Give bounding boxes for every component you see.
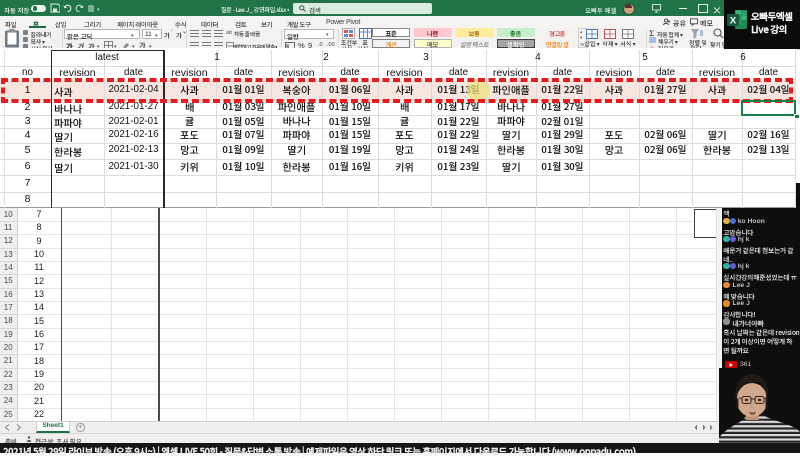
svg-text:X: X xyxy=(730,16,737,27)
